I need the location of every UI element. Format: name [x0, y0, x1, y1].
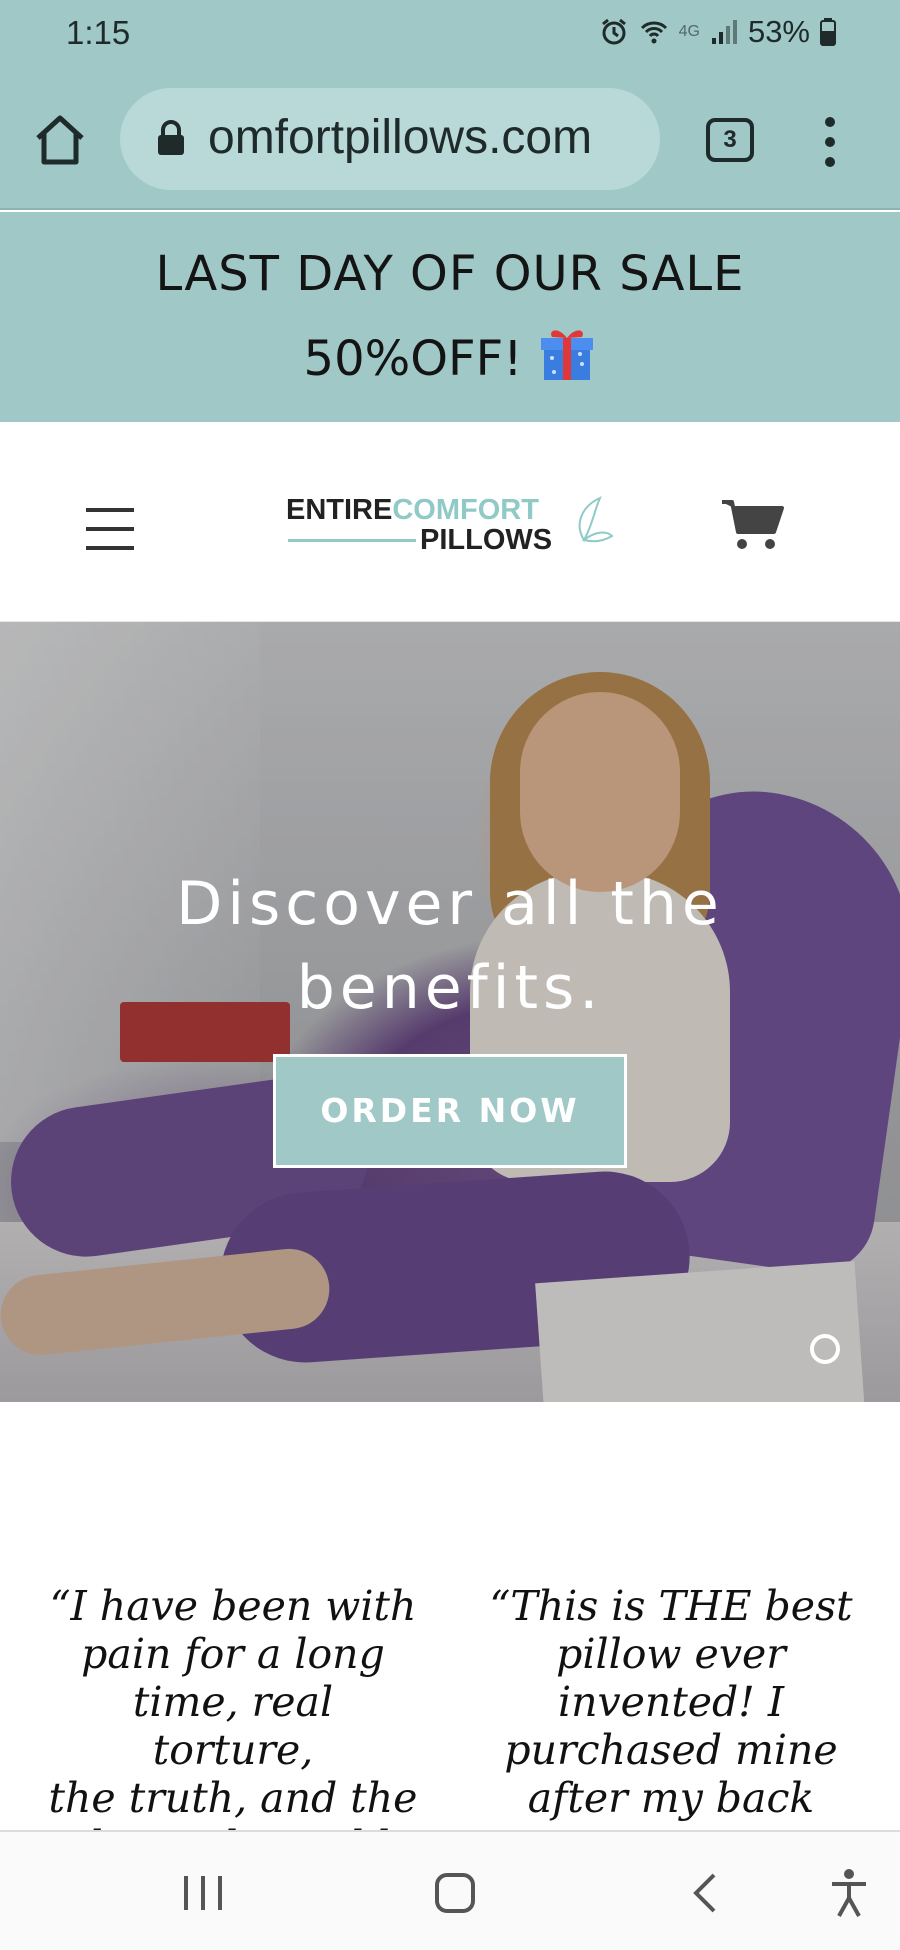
back-button[interactable] — [690, 1872, 720, 1918]
logo-divider — [288, 539, 416, 542]
hamburger-menu-button[interactable] — [86, 508, 136, 550]
site-header: ENTIRECOMFORT PILLOWS — [0, 422, 900, 622]
site-logo[interactable]: ENTIRECOMFORT PILLOWS — [286, 494, 616, 564]
url-bar[interactable]: omfortpillows.com — [120, 88, 660, 190]
status-icons: 4G 53% — [599, 14, 836, 50]
accessibility-button[interactable] — [828, 1868, 870, 1922]
logo-pillows: PILLOWS — [420, 524, 553, 556]
order-now-button[interactable]: ORDER NOW — [273, 1054, 627, 1168]
sale-discount: 50%OFF! — [303, 331, 523, 387]
lock-icon — [158, 120, 184, 155]
cart-button[interactable] — [720, 496, 784, 556]
alarm-icon — [599, 17, 629, 47]
url-text: omfortpillows.com — [208, 111, 593, 164]
network-type: 4G — [678, 23, 700, 40]
hero-banner: Discover all the benefits. ORDER NOW — [0, 622, 900, 1402]
gift-icon — [538, 324, 596, 394]
sale-headline: LAST DAY OF OUR SALE — [155, 246, 745, 302]
slide-indicator[interactable] — [810, 1334, 840, 1364]
tabs-button[interactable]: 3 — [706, 118, 754, 162]
home-nav-icon — [435, 1873, 475, 1913]
home-icon — [36, 115, 84, 165]
home-button[interactable] — [28, 108, 92, 172]
recents-icon — [184, 1876, 222, 1910]
cart-icon — [722, 500, 784, 549]
testimonial-quote: “I have been with pain for a long time, … — [48, 1582, 418, 1830]
overflow-menu-button[interactable] — [812, 114, 848, 170]
accessibility-icon — [832, 1869, 866, 1917]
recents-button[interactable] — [182, 1874, 224, 1916]
home-nav-button[interactable] — [434, 1872, 476, 1918]
butterfly-logo-icon — [578, 496, 614, 543]
signal-icon — [710, 18, 738, 46]
hero-headline: Discover all the benefits. — [176, 869, 724, 1023]
status-bar: 1:15 4G 53% — [0, 0, 900, 70]
sale-subline: 50%OFF! — [0, 324, 900, 394]
back-icon — [693, 1873, 716, 1913]
testimonial-quote: “This is THE best pillow ever invented! … — [489, 1582, 853, 1822]
logo-comfort: COMFORT — [392, 494, 539, 526]
testimonials-section: “I have been with pain for a long time, … — [0, 1402, 900, 1830]
logo-entire: ENTIRE — [286, 494, 393, 526]
browser-toolbar: omfortpillows.com 3 — [0, 70, 900, 210]
battery-percent: 53% — [747, 14, 810, 49]
status-time: 1:15 — [66, 14, 131, 51]
system-nav-bar — [0, 1830, 900, 1950]
battery-icon — [820, 18, 836, 46]
overflow-menu-icon — [825, 117, 835, 167]
sale-banner[interactable]: LAST DAY OF OUR SALE 50%OFF! — [0, 212, 900, 422]
wifi-icon — [639, 17, 669, 47]
